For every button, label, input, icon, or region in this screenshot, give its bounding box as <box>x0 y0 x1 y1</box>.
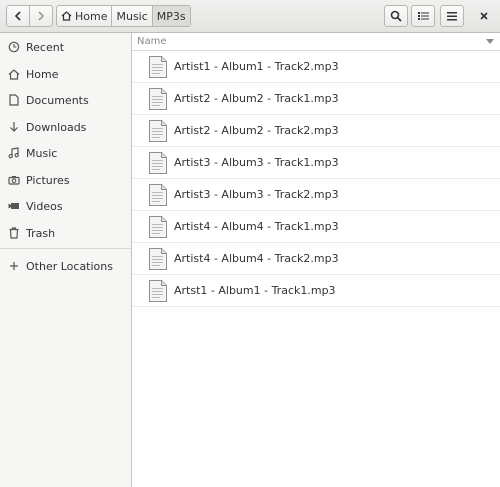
home-icon <box>8 68 20 80</box>
sidebar-item-label: Documents <box>26 93 89 107</box>
file-row[interactable]: Artist4 - Album4 - Track2.mp3 <box>132 243 500 275</box>
header-bar: Home Music MP3s <box>0 0 500 33</box>
breadcrumb-label: Home <box>75 9 108 23</box>
sidebar-item-label: Trash <box>26 226 56 240</box>
chevron-left-icon <box>14 11 21 21</box>
file-row[interactable]: Artist4 - Album4 - Track1.mp3 <box>132 211 500 243</box>
column-header-label: Name <box>137 36 167 47</box>
camera-icon <box>8 174 20 186</box>
breadcrumb-mp3s[interactable]: MP3s <box>151 6 190 26</box>
breadcrumb-label: Music <box>116 9 148 23</box>
audio-file-icon <box>149 215 167 238</box>
menu-button[interactable] <box>440 5 464 27</box>
audio-file-icon <box>149 55 167 78</box>
file-name: Artist3 - Album3 - Track1.mp3 <box>174 156 339 169</box>
hamburger-menu-icon <box>447 11 457 20</box>
close-button[interactable] <box>472 5 496 27</box>
file-row[interactable]: Artist2 - Album2 - Track2.mp3 <box>132 115 500 147</box>
audio-file-icon <box>149 119 167 142</box>
file-row[interactable]: Artist1 - Album1 - Track2.mp3 <box>132 51 500 83</box>
chevron-right-icon <box>38 11 45 21</box>
sidebar-item-label: Recent <box>26 40 65 54</box>
sidebar-item-label: Downloads <box>26 120 87 134</box>
search-button[interactable] <box>384 5 408 27</box>
home-icon <box>61 11 72 21</box>
sidebar-item-label: Home <box>26 67 59 81</box>
breadcrumb-label: MP3s <box>156 9 186 23</box>
file-name: Artist3 - Album3 - Track2.mp3 <box>174 188 339 201</box>
audio-file-icon <box>149 279 167 302</box>
download-arrow-icon <box>8 121 20 133</box>
file-name: Artist4 - Album4 - Track1.mp3 <box>174 220 339 233</box>
back-button[interactable] <box>7 6 29 26</box>
document-icon <box>8 94 20 106</box>
list-view-icon <box>417 12 429 20</box>
file-row[interactable]: Artist3 - Album3 - Track2.mp3 <box>132 179 500 211</box>
sort-descending-icon <box>486 39 494 44</box>
sidebar-item-label: Videos <box>26 199 63 213</box>
view-toggle-button[interactable] <box>411 5 435 27</box>
sidebar-item-other-locations[interactable]: Other Locations <box>0 254 131 278</box>
file-row[interactable]: Artist3 - Album3 - Track1.mp3 <box>132 147 500 179</box>
sidebar: Recent Home Documents Downloads Music Pi… <box>0 33 132 487</box>
file-list: Name Artist1 - Album1 - Track2.mp3 Artist… <box>132 33 500 487</box>
file-manager-window: Home Music MP3s Recent Home Documents Do… <box>0 0 500 487</box>
sidebar-item-recent[interactable]: Recent <box>0 35 131 59</box>
video-camera-icon <box>8 200 20 212</box>
close-icon <box>480 12 488 20</box>
sidebar-item-videos[interactable]: Videos <box>0 194 131 218</box>
sidebar-item-label: Other Locations <box>26 259 113 273</box>
breadcrumb-music[interactable]: Music <box>111 6 151 26</box>
forward-button[interactable] <box>29 6 52 26</box>
audio-file-icon <box>149 247 167 270</box>
breadcrumb-home[interactable]: Home <box>57 6 111 26</box>
file-name: Artist1 - Album1 - Track2.mp3 <box>174 60 339 73</box>
sidebar-item-home[interactable]: Home <box>0 62 131 86</box>
sidebar-item-label: Pictures <box>26 173 70 187</box>
file-name: Artist2 - Album2 - Track2.mp3 <box>174 124 339 137</box>
sidebar-item-pictures[interactable]: Pictures <box>0 168 131 192</box>
trash-icon <box>8 227 20 239</box>
audio-file-icon <box>149 151 167 174</box>
audio-file-icon <box>149 183 167 206</box>
column-header-name[interactable]: Name <box>132 33 500 51</box>
navigation-buttons <box>6 5 53 27</box>
sidebar-item-documents[interactable]: Documents <box>0 88 131 112</box>
file-row[interactable]: Artst1 - Album1 - Track1.mp3 <box>132 275 500 307</box>
file-name: Artst1 - Album1 - Track1.mp3 <box>174 284 336 297</box>
file-name: Artist4 - Album4 - Track2.mp3 <box>174 252 339 265</box>
sidebar-item-trash[interactable]: Trash <box>0 221 131 245</box>
breadcrumb: Home Music MP3s <box>56 5 191 27</box>
search-icon <box>390 10 402 22</box>
plus-icon <box>8 260 20 272</box>
file-name: Artist2 - Album2 - Track1.mp3 <box>174 92 339 105</box>
music-note-icon <box>8 147 20 159</box>
sidebar-item-music[interactable]: Music <box>0 141 131 165</box>
sidebar-divider <box>0 248 131 249</box>
sidebar-item-label: Music <box>26 146 58 160</box>
clock-icon <box>8 41 20 53</box>
file-row[interactable]: Artist2 - Album2 - Track1.mp3 <box>132 83 500 115</box>
audio-file-icon <box>149 87 167 110</box>
sidebar-item-downloads[interactable]: Downloads <box>0 115 131 139</box>
